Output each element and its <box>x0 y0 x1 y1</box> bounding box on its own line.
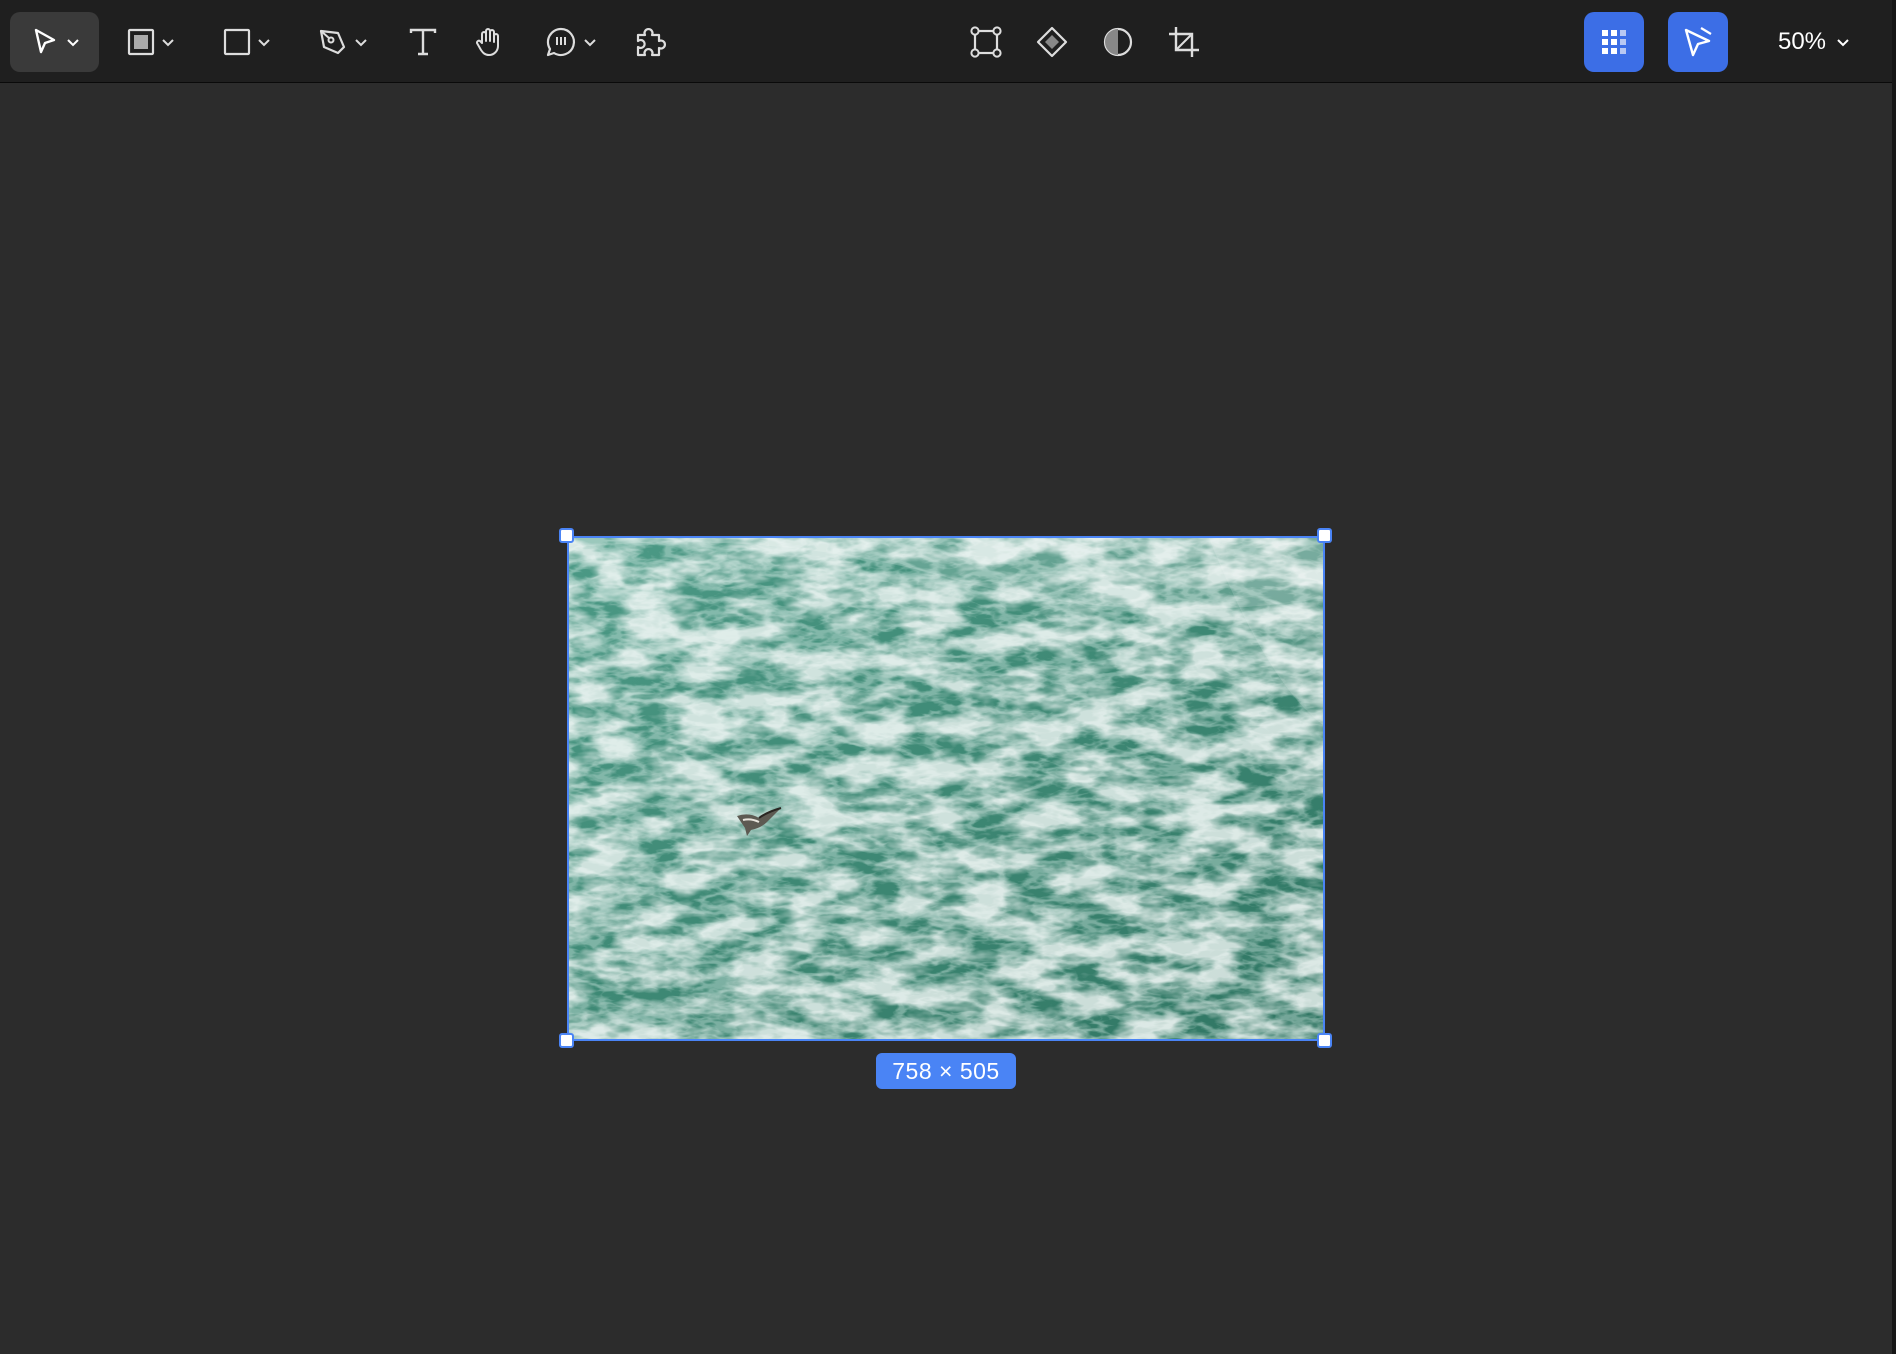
crop-button[interactable] <box>1164 12 1204 72</box>
comment-tool-button[interactable] <box>538 12 604 72</box>
chevron-down-icon <box>258 39 270 47</box>
resize-handle-top-right[interactable] <box>1317 528 1332 543</box>
pen-icon <box>319 29 346 55</box>
chevron-down-icon <box>162 39 174 47</box>
frame-tool-button[interactable] <box>118 12 184 72</box>
scroll-edge <box>1892 0 1896 1354</box>
resize-handle-top-left[interactable] <box>559 528 574 543</box>
dimensions-badge: 758 × 505 <box>876 1053 1016 1089</box>
resize-handle-bottom-left[interactable] <box>559 1033 574 1048</box>
vector-edit-icon <box>970 26 1002 58</box>
resize-handle-bottom-right[interactable] <box>1317 1033 1332 1048</box>
rectangle-icon <box>223 28 251 56</box>
grid-icon <box>1602 30 1626 54</box>
chevron-down-icon <box>66 39 79 47</box>
zoom-dropdown[interactable]: 50% <box>1764 12 1864 72</box>
selected-image-frame[interactable] <box>567 536 1325 1041</box>
puzzle-icon <box>636 27 667 57</box>
hand-tool-button[interactable] <box>469 12 509 72</box>
chevron-down-icon <box>355 39 367 47</box>
contrast-icon <box>1103 27 1133 57</box>
resources-button[interactable] <box>1584 12 1644 72</box>
zoom-level: 50% <box>1777 28 1827 55</box>
hand-icon <box>476 28 499 56</box>
comment-icon <box>546 27 576 57</box>
toolbar: 50% <box>0 0 1896 83</box>
create-component-button[interactable] <box>1032 12 1072 72</box>
chevron-down-icon <box>1837 39 1849 47</box>
ocean-image <box>569 538 1323 1039</box>
move-tool-button[interactable] <box>10 12 99 72</box>
crop-icon <box>1169 27 1199 57</box>
edit-object-button[interactable] <box>966 12 1006 72</box>
mask-button[interactable] <box>1098 12 1138 72</box>
pen-tool-button[interactable] <box>310 12 376 72</box>
shape-tool-button[interactable] <box>214 12 280 72</box>
chevron-down-icon <box>584 39 596 47</box>
pointer-play-icon <box>1684 27 1712 57</box>
plugins-tool-button[interactable] <box>631 12 671 72</box>
component-icon <box>1036 26 1068 58</box>
frame-icon <box>127 28 155 56</box>
present-button[interactable] <box>1668 12 1728 72</box>
text-icon <box>409 28 437 56</box>
pointer-icon <box>34 28 55 54</box>
text-tool-button[interactable] <box>403 12 443 72</box>
